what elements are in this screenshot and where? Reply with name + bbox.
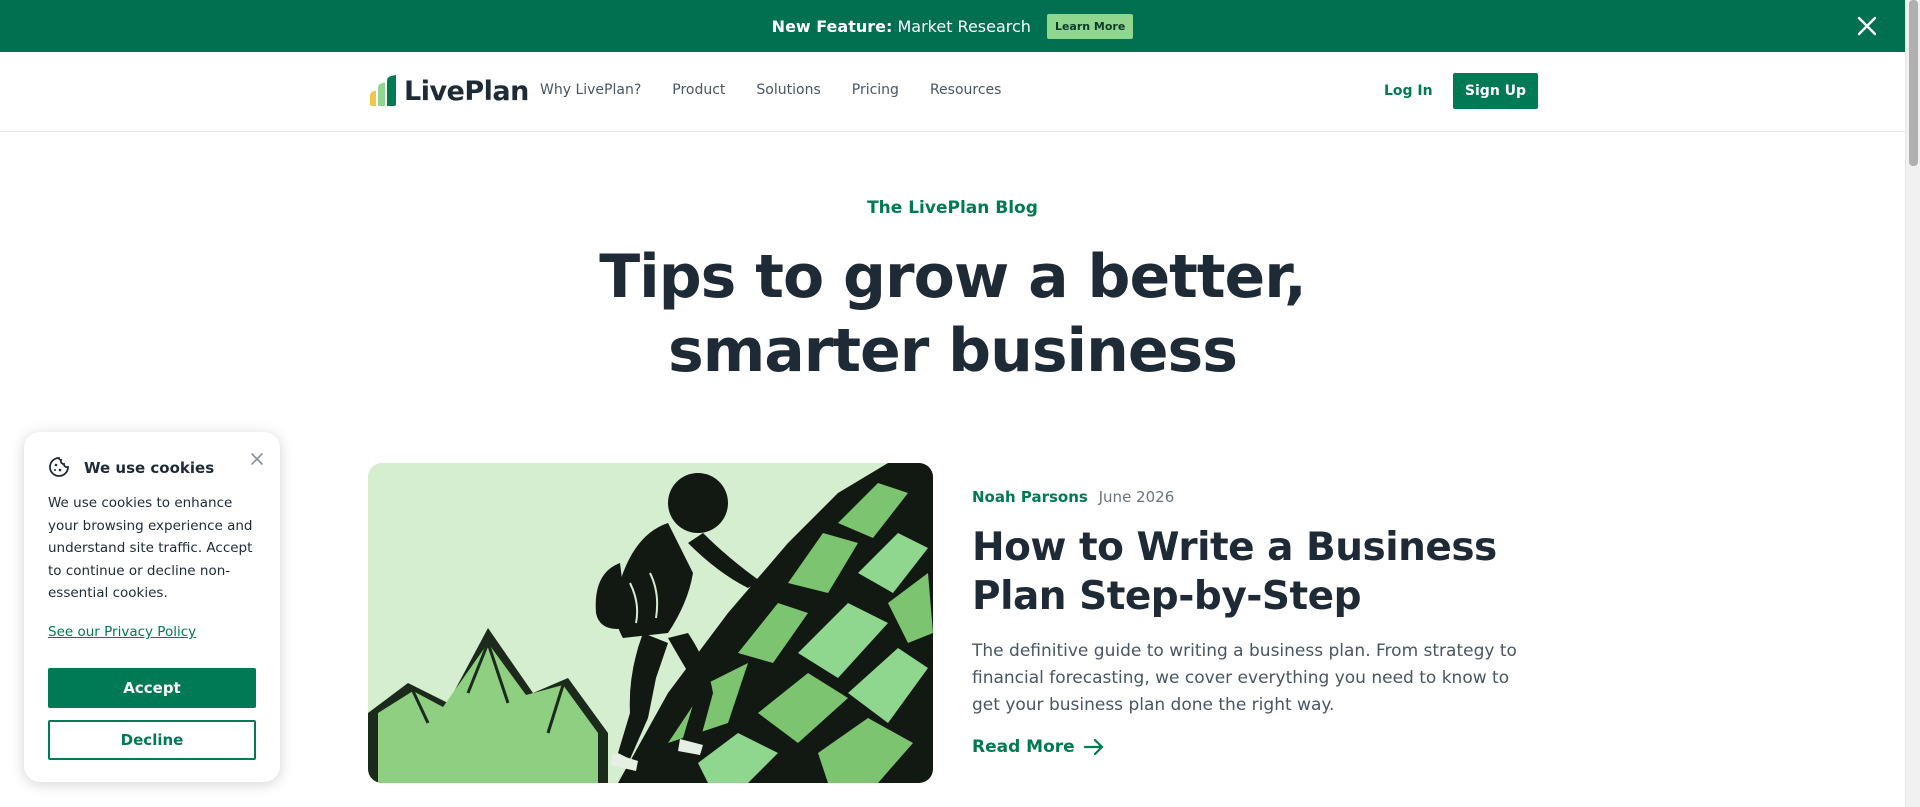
arrow-right-icon (1083, 738, 1103, 756)
article-author[interactable]: Noah Parsons (972, 488, 1088, 506)
accept-cookies-button[interactable]: Accept (48, 668, 256, 708)
blog-kicker: The LivePlan Blog (867, 198, 1038, 218)
cookie-consent-panel: We use cookies We use cookies to enhance… (24, 432, 280, 782)
read-more-label: Read More (972, 737, 1075, 757)
cookie-title: We use cookies (84, 459, 215, 477)
read-more-link[interactable]: Read More (972, 737, 1105, 757)
feature-name: Market Research (897, 16, 1031, 36)
article-date: June 2026 (1098, 488, 1175, 506)
page-title-line-2: smarter business (668, 316, 1238, 386)
featured-article-image[interactable] (368, 463, 933, 783)
page-scrollbar[interactable] (1905, 0, 1920, 807)
nav-item-pricing[interactable]: Pricing (852, 82, 899, 98)
logo-text: LivePlan (404, 75, 529, 107)
close-icon[interactable] (250, 452, 264, 466)
feature-label: New Feature: (771, 16, 893, 36)
login-link[interactable]: Log In (1384, 83, 1433, 99)
privacy-policy-link[interactable]: See our Privacy Policy (48, 624, 196, 640)
decline-cookies-button[interactable]: Decline (48, 720, 256, 760)
main-nav: Why LivePlan? Product Solutions Pricing … (540, 82, 1032, 98)
page-title-line-1: Tips to grow a better, (599, 242, 1307, 312)
article-meta: Noah Parsons June 2026 (972, 488, 1174, 506)
liveplan-logo-icon (370, 75, 396, 106)
nav-item-why-liveplan[interactable]: Why LivePlan? (540, 82, 641, 98)
article-description: The definitive guide to writing a busine… (972, 641, 1517, 715)
signup-button[interactable]: Sign Up (1453, 73, 1538, 109)
scrollbar-thumb[interactable] (1909, 0, 1918, 166)
cookie-icon (49, 457, 69, 477)
cookie-text: We use cookies to enhance your browsing … (48, 495, 253, 601)
hiker-climbing-illustration-icon (368, 463, 933, 783)
learn-more-button[interactable]: Learn More (1046, 13, 1134, 39)
page-title: Tips to grow a better, smarter business (0, 240, 1905, 388)
announcement-bar: New Feature: Market Research Learn More (0, 0, 1905, 52)
logo[interactable]: LivePlan (368, 74, 529, 108)
close-icon[interactable] (1855, 14, 1879, 38)
nav-item-resources[interactable]: Resources (930, 82, 1002, 98)
nav-item-solutions[interactable]: Solutions (756, 82, 820, 98)
announcement-text: New Feature: Market Research (772, 17, 1031, 36)
site-header: LivePlan Why LivePlan? Product Solutions… (0, 52, 1905, 132)
nav-item-product[interactable]: Product (672, 82, 725, 98)
article-title[interactable]: How to Write a Business Plan Step-by-Ste… (972, 523, 1532, 621)
